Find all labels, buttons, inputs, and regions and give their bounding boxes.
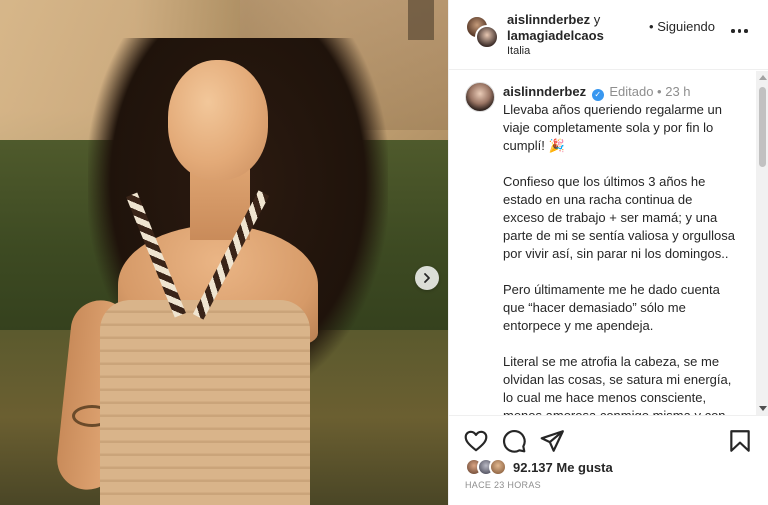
collab-usernames: aislinnderbez y lamagiadelcaos <box>507 12 604 44</box>
caption-text: aislinnderbez ✓ Editado • 23 h Llevaba a… <box>503 83 735 415</box>
scroll-down-arrow-icon[interactable] <box>759 406 767 411</box>
bookmark-icon <box>730 430 750 452</box>
location-link[interactable]: Italia <box>507 45 530 57</box>
scrollbar-thumb[interactable] <box>759 87 766 167</box>
share-button[interactable] <box>539 428 565 454</box>
more-horizontal-icon <box>731 29 735 33</box>
more-dot <box>744 29 748 33</box>
chevron-right-icon <box>424 273 430 283</box>
like-button[interactable] <box>463 428 489 454</box>
caption-username-link[interactable]: aislinnderbez <box>503 84 586 99</box>
caption-paragraph: Llevaba años queriendo regalarme un viaj… <box>503 102 722 153</box>
carousel-next-button[interactable] <box>415 266 439 290</box>
caption-first-paragraph: aislinnderbez ✓ Editado • 23 h Llevaba a… <box>503 83 735 155</box>
username-joiner: y <box>593 12 601 27</box>
caption-area[interactable]: aislinnderbez ✓ Editado • 23 h Llevaba a… <box>449 71 757 415</box>
more-dot <box>737 29 741 33</box>
following-label: Siguiendo <box>657 19 716 34</box>
photo-subject-dress <box>100 300 310 505</box>
username-link[interactable]: lamagiadelcaos <box>507 28 604 43</box>
caption-scrollbar[interactable] <box>756 71 768 415</box>
comment-icon <box>503 430 526 453</box>
more-options-button[interactable] <box>731 24 755 38</box>
post-photo[interactable] <box>0 0 448 505</box>
post-header: aislinnderbez y lamagiadelcaos Italia • … <box>449 0 768 70</box>
caption-paragraph: Literal se me atrofia la cabeza, se me o… <box>503 354 732 415</box>
comment-button[interactable] <box>501 428 527 454</box>
avatar <box>489 458 507 476</box>
collab-avatars[interactable] <box>465 15 499 49</box>
verified-badge-icon: ✓ <box>591 89 604 101</box>
following-button[interactable]: • Siguiendo <box>649 19 715 34</box>
photo-background-window <box>408 0 434 40</box>
heart-icon <box>464 430 488 452</box>
avatar[interactable] <box>475 25 499 49</box>
follow-separator: • <box>649 19 654 34</box>
username-link[interactable]: aislinnderbez <box>507 12 590 27</box>
save-button[interactable] <box>727 428 753 454</box>
post-timestamp[interactable]: HACE 23 HORAS <box>465 480 541 490</box>
meta-separator: • <box>657 84 662 99</box>
caption-paragraph: Confieso que los últimos 3 años he estad… <box>503 174 735 261</box>
edited-label: Editado <box>609 84 654 99</box>
photo-subject-face <box>168 60 268 180</box>
likes-summary[interactable]: 92.137 Me gusta <box>465 456 613 478</box>
caption-time[interactable]: 23 h <box>665 84 690 99</box>
likes-count[interactable]: 92.137 Me gusta <box>513 460 613 475</box>
scroll-up-arrow-icon[interactable] <box>759 75 767 80</box>
avatar[interactable] <box>465 82 495 112</box>
send-icon <box>540 430 564 452</box>
caption-paragraph: Pero últimamente me he dado cuenta que “… <box>503 282 720 333</box>
post-side-panel: aislinnderbez y lamagiadelcaos Italia • … <box>448 0 768 505</box>
